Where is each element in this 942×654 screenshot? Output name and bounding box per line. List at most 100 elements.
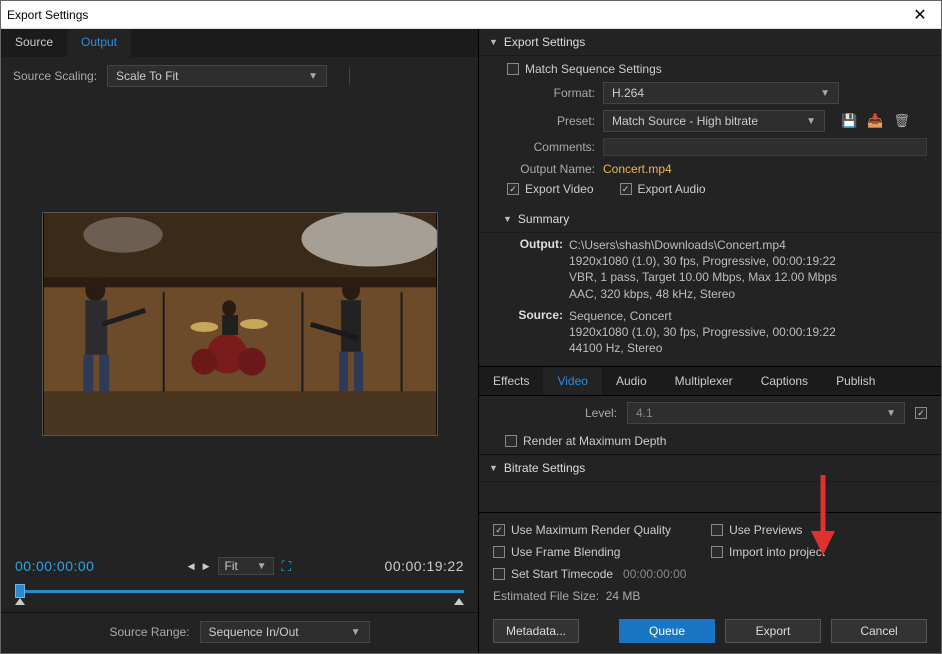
use-frame-blending-label: Use Frame Blending — [511, 545, 620, 559]
twirl-down-icon[interactable]: ▼ — [489, 463, 498, 473]
comments-input[interactable] — [603, 138, 927, 156]
twirl-down-icon[interactable]: ▼ — [489, 37, 498, 47]
video-preview[interactable] — [42, 212, 438, 436]
titlebar: Export Settings ✕ — [1, 1, 941, 29]
export-video-label: Export Video — [525, 182, 594, 196]
button-row: Metadata... Queue Export Cancel — [479, 613, 941, 653]
summary-output-line: VBR, 1 pass, Target 10.00 Mbps, Max 12.0… — [569, 269, 927, 285]
export-video-checkbox[interactable] — [507, 183, 519, 195]
save-preset-icon[interactable]: 💾 — [841, 113, 857, 129]
zoom-fit-value: Fit — [225, 559, 238, 573]
chevron-down-icon: ▼ — [308, 71, 318, 82]
import-into-project-label: Import into project — [729, 545, 825, 559]
right-panel: ▼ Export Settings Match Sequence Setting… — [479, 29, 941, 653]
export-settings-header[interactable]: ▼ Export Settings — [479, 29, 941, 56]
cancel-button[interactable]: Cancel — [831, 619, 927, 643]
use-max-quality-checkbox[interactable] — [493, 524, 505, 536]
next-frame-icon[interactable]: ▶ — [203, 561, 210, 572]
timecode-controls: ◀ ▶ Fit ▼ ⛶ — [188, 557, 292, 575]
tab-video[interactable]: Video — [543, 367, 601, 395]
export-settings-window: Export Settings ✕ Source Output Source S… — [0, 0, 942, 654]
level-dropdown[interactable]: 4.1 ▼ — [627, 402, 905, 424]
tab-multiplexer[interactable]: Multiplexer — [661, 367, 747, 395]
estimated-size-value: 24 MB — [606, 589, 641, 603]
time-row: 00:00:00:00 ◀ ▶ Fit ▼ ⛶ 00:00:19:22 — [1, 552, 478, 580]
bitrate-header[interactable]: ▼ Bitrate Settings — [479, 455, 941, 482]
preset-value: Match Source - High bitrate — [612, 114, 758, 128]
level-match-checkbox[interactable] — [915, 407, 927, 419]
metadata-button[interactable]: Metadata... — [493, 619, 579, 643]
set-start-timecode-label: Set Start Timecode — [511, 567, 613, 581]
video-settings-body: Level: 4.1 ▼ Render at Maximum Depth — [479, 396, 941, 454]
output-name-link[interactable]: Concert.mp4 — [603, 162, 672, 176]
render-max-depth-checkbox[interactable] — [505, 435, 517, 447]
start-timecode-value: 00:00:00:00 — [623, 567, 686, 581]
timeline-playhead[interactable] — [15, 584, 25, 598]
source-scaling-row: Source Scaling: Scale To Fit ▼ — [1, 57, 478, 95]
tab-effects[interactable]: Effects — [479, 367, 543, 395]
format-label: Format: — [507, 86, 595, 100]
twirl-down-icon[interactable]: ▼ — [503, 214, 512, 224]
chevron-down-icon: ▼ — [351, 627, 361, 638]
comments-label: Comments: — [507, 140, 595, 154]
tab-publish[interactable]: Publish — [822, 367, 889, 395]
summary-title: Summary — [518, 212, 569, 226]
left-panel: Source Output Source Scaling: Scale To F… — [1, 29, 479, 653]
tab-output[interactable]: Output — [67, 29, 131, 57]
summary-output-line: AAC, 320 kbps, 48 kHz, Stereo — [569, 286, 927, 302]
source-range-dropdown[interactable]: Sequence In/Out ▼ — [200, 621, 370, 643]
encode-tabs: Effects Video Audio Multiplexer Captions… — [479, 366, 941, 396]
preview-render — [43, 213, 437, 435]
import-into-project-checkbox[interactable] — [711, 546, 723, 558]
timeline-track — [15, 590, 464, 593]
tab-source[interactable]: Source — [1, 29, 67, 57]
match-sequence-checkbox[interactable] — [507, 63, 519, 75]
queue-button[interactable]: Queue — [619, 619, 715, 643]
use-previews-checkbox[interactable] — [711, 524, 723, 536]
summary-output-line: C:\Users\shash\Downloads\Concert.mp4 — [569, 237, 927, 253]
format-dropdown[interactable]: H.264 ▼ — [603, 82, 839, 104]
use-max-quality-label: Use Maximum Render Quality — [511, 523, 671, 537]
left-tabs: Source Output — [1, 29, 478, 57]
source-scaling-label: Source Scaling: — [13, 69, 97, 83]
use-frame-blending-checkbox[interactable] — [493, 546, 505, 558]
timeline-bar[interactable] — [15, 586, 464, 598]
lower-options: Use Maximum Render Quality Use Previews … — [479, 512, 941, 613]
summary-source-line: 44100 Hz, Stereo — [569, 340, 927, 356]
divider — [349, 67, 350, 85]
tab-audio[interactable]: Audio — [602, 367, 661, 395]
prev-frame-icon[interactable]: ◀ — [188, 561, 195, 572]
export-audio-checkbox[interactable] — [620, 183, 632, 195]
export-button[interactable]: Export — [725, 619, 821, 643]
chevron-down-icon: ▼ — [257, 561, 267, 572]
preset-icons: 💾 📥 🗑 — [841, 113, 910, 129]
crop-icon[interactable]: ⛶ — [282, 558, 292, 575]
export-audio-label: Export Audio — [638, 182, 706, 196]
out-point-marker[interactable] — [454, 598, 464, 605]
level-value: 4.1 — [636, 406, 653, 420]
chevron-down-icon: ▼ — [806, 116, 816, 127]
match-sequence-label: Match Sequence Settings — [525, 62, 662, 76]
import-preset-icon[interactable]: 📥 — [867, 113, 883, 129]
tab-captions[interactable]: Captions — [747, 367, 822, 395]
bitrate-title: Bitrate Settings — [504, 461, 585, 475]
close-icon[interactable]: ✕ — [905, 5, 935, 25]
timecode-in[interactable]: 00:00:00:00 — [15, 558, 94, 574]
zoom-fit-dropdown[interactable]: Fit ▼ — [218, 557, 274, 575]
timeline[interactable] — [1, 580, 478, 612]
window-title: Export Settings — [7, 8, 905, 22]
output-name-label: Output Name: — [507, 162, 595, 176]
set-start-timecode-checkbox[interactable] — [493, 568, 505, 580]
source-range-value: Sequence In/Out — [209, 625, 299, 639]
delete-preset-icon[interactable]: 🗑 — [893, 113, 910, 129]
summary-body: Output: C:\Users\shash\Downloads\Concert… — [479, 233, 941, 366]
use-previews-label: Use Previews — [729, 523, 802, 537]
summary-source-line: 1920x1080 (1.0), 30 fps, Progressive, 00… — [569, 324, 927, 340]
timecode-out[interactable]: 00:00:19:22 — [385, 558, 464, 574]
source-range-label: Source Range: — [109, 625, 189, 639]
preview-area — [1, 95, 478, 552]
in-point-marker[interactable] — [15, 598, 25, 605]
preset-dropdown[interactable]: Match Source - High bitrate ▼ — [603, 110, 825, 132]
source-scaling-dropdown[interactable]: Scale To Fit ▼ — [107, 65, 327, 87]
summary-header[interactable]: ▼ Summary — [479, 206, 941, 233]
